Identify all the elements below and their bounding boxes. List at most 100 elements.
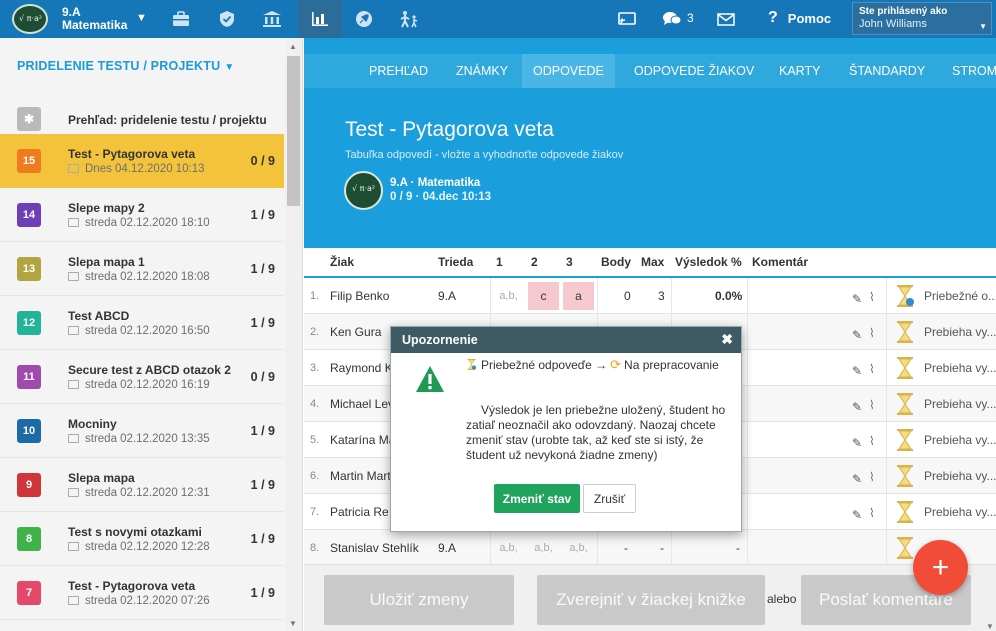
attachment-icon[interactable]: ⌇ bbox=[869, 506, 875, 520]
hourglass-icon[interactable] bbox=[894, 356, 916, 380]
assignments-sidebar: PRIDELENIE TESTU / PROJEKTU ▼ ✱ Prehľad: … bbox=[0, 38, 303, 631]
edit-comment-icon[interactable]: ✎ bbox=[852, 364, 862, 378]
sidebar-heading-label: PRIDELENIE TESTU / PROJEKTU bbox=[17, 59, 221, 73]
attachment-icon[interactable]: ⌇ bbox=[869, 290, 875, 304]
tab-prehlad[interactable]: PREHĽAD bbox=[358, 54, 439, 88]
sidebar-item-assignment[interactable]: 8 Test s novymi otazkami streda 02.12.20… bbox=[0, 512, 284, 566]
chevron-down-icon[interactable]: ▼ bbox=[136, 12, 147, 24]
publish-button[interactable]: Zverejniť v žiackej knižke bbox=[537, 575, 765, 625]
briefcase-icon[interactable] bbox=[159, 0, 203, 38]
hourglass-icon[interactable] bbox=[894, 536, 916, 560]
edit-comment-icon[interactable]: ✎ bbox=[852, 292, 862, 306]
student-name[interactable]: Filip Benko bbox=[330, 278, 389, 314]
add-button[interactable]: + bbox=[913, 540, 968, 595]
student-name[interactable]: Patricia Re bbox=[330, 494, 389, 530]
user-menu[interactable]: Ste prihlásený ako John Williams ▼ bbox=[852, 2, 992, 35]
sidebar-scrollbar[interactable]: ▲ ▼ bbox=[285, 38, 302, 631]
institution-icon[interactable] bbox=[250, 0, 294, 38]
cast-icon[interactable] bbox=[618, 0, 636, 38]
attachment-icon[interactable]: ⌇ bbox=[869, 470, 875, 484]
sidebar-item-assignment[interactable]: 7 Test - Pytagorova veta streda 02.12.20… bbox=[0, 566, 284, 620]
hourglass-icon[interactable] bbox=[894, 284, 916, 308]
attachment-icon[interactable]: ⌇ bbox=[869, 362, 875, 376]
scroll-up-icon[interactable]: ▲ bbox=[289, 42, 297, 51]
sidebar-item-assignment[interactable]: 14 Slepe mapy 2 streda 02.12.2020 18:10 … bbox=[0, 188, 284, 242]
student-name[interactable]: Ken Gura bbox=[330, 314, 381, 350]
points-value: 0 bbox=[624, 289, 631, 303]
answer-cell[interactable]: a bbox=[563, 282, 594, 310]
scrollbar-thumb[interactable] bbox=[287, 56, 300, 206]
sidebar-item-assignment[interactable]: 9 Slepa mapa streda 02.12.2020 12:31 1 /… bbox=[0, 458, 284, 512]
edit-comment-icon[interactable]: ✎ bbox=[852, 508, 862, 522]
status-text: Prebieha vy... bbox=[924, 433, 996, 447]
student-name[interactable]: Michael Lev bbox=[330, 386, 394, 422]
page-subtitle: Tabuľka odpovedí - vložte a vyhodnoťte o… bbox=[345, 149, 624, 161]
cancel-button[interactable]: Zrušiť bbox=[583, 484, 636, 513]
sidebar-item-assignment[interactable]: 10 Mocniny streda 02.12.2020 13:35 1 / 9 bbox=[0, 404, 284, 458]
column-divider bbox=[886, 278, 887, 564]
attachment-icon[interactable]: ⌇ bbox=[869, 326, 875, 340]
assignment-badge: 10 bbox=[17, 419, 41, 443]
close-icon[interactable]: ✖ bbox=[721, 331, 733, 348]
class-switcher[interactable]: 9.A Matematika bbox=[62, 6, 127, 32]
answer-cell[interactable]: c bbox=[528, 282, 559, 310]
sidebar-item-assignment[interactable]: 11 Secure test z ABCD otazok 2 streda 02… bbox=[0, 350, 284, 404]
attachment-icon[interactable]: ⌇ bbox=[869, 398, 875, 412]
chevron-down-icon: ▼ bbox=[224, 62, 235, 73]
table-row: 1. Filip Benko 9.A a,b, c a 0 3 0.0% ✎ ⌇… bbox=[304, 278, 996, 314]
scroll-down-icon[interactable]: ▼ bbox=[289, 619, 297, 628]
hourglass-icon[interactable] bbox=[894, 500, 916, 524]
column-header[interactable]: Žiak bbox=[330, 248, 354, 276]
edit-comment-icon[interactable]: ✎ bbox=[852, 436, 862, 450]
assignment-title: Slepa mapa bbox=[68, 471, 135, 485]
family-icon[interactable] bbox=[387, 0, 431, 38]
answer-cell[interactable]: a,b, bbox=[528, 534, 559, 562]
scroll-down-icon[interactable]: ▼ bbox=[986, 622, 994, 631]
chat-icon[interactable] bbox=[662, 0, 682, 38]
tab-odpovede[interactable]: ODPOVEDE bbox=[522, 54, 615, 88]
tab-odpovede-ziakov[interactable]: ODPOVEDE ŽIAKOV bbox=[623, 54, 765, 88]
sidebar-item-assignment[interactable]: 15 Test - Pytagorova veta Dnes 04.12.202… bbox=[0, 134, 284, 188]
bar-chart-icon[interactable] bbox=[298, 0, 342, 38]
sidebar-item-assignment[interactable]: 13 Slepa mapa 1 streda 02.12.2020 18:08 … bbox=[0, 242, 284, 296]
tab-strom[interactable]: STROM bbox=[941, 54, 996, 88]
sidebar-heading[interactable]: PRIDELENIE TESTU / PROJEKTU ▼ bbox=[0, 38, 302, 92]
tab-standardy[interactable]: ŠTANDARDY bbox=[838, 54, 936, 88]
assignment-date: streda 02.12.2020 16:50 bbox=[85, 325, 210, 337]
hourglass-icon[interactable] bbox=[894, 464, 916, 488]
hourglass-icon[interactable] bbox=[894, 320, 916, 344]
rocket-icon[interactable] bbox=[342, 0, 386, 38]
assignment-title: Slepa mapa 1 bbox=[68, 255, 145, 269]
assignment-score: 1 / 9 bbox=[250, 316, 275, 330]
student-name[interactable]: Raymond K bbox=[330, 350, 393, 386]
edit-comment-icon[interactable]: ✎ bbox=[852, 328, 862, 342]
answer-cell[interactable]: a,b, bbox=[563, 534, 594, 562]
save-button[interactable]: Uložiť zmeny bbox=[324, 575, 514, 625]
sidebar-item-assignment[interactable]: 12 Test ABCD streda 02.12.2020 16:50 1 /… bbox=[0, 296, 284, 350]
answer-cell[interactable]: a,b, bbox=[493, 534, 524, 562]
assignment-score: 1 / 9 bbox=[250, 532, 275, 546]
attachment-icon[interactable]: ⌇ bbox=[869, 434, 875, 448]
tab-znamky[interactable]: ZNÁMKY bbox=[445, 54, 519, 88]
answer-cell[interactable]: a,b, bbox=[493, 282, 524, 310]
result-percent: 0.0% bbox=[715, 289, 743, 303]
class-avatar[interactable]: √ π·a² bbox=[12, 4, 48, 34]
assignment-score: 1 / 9 bbox=[250, 208, 275, 222]
help-button[interactable]: ? Pomoc bbox=[768, 9, 831, 27]
change-status-button[interactable]: Zmeniť stav bbox=[494, 484, 580, 513]
student-name[interactable]: Katarína Ma bbox=[330, 422, 395, 458]
student-name[interactable]: Martin Mart bbox=[330, 458, 391, 494]
status-change-line: Priebežné odpoveďe → ⟳ Na prepracovanie bbox=[466, 358, 726, 373]
student-name[interactable]: Stanislav Stehlík bbox=[330, 530, 419, 564]
mail-icon[interactable] bbox=[717, 0, 735, 38]
help-label: Pomoc bbox=[787, 10, 832, 26]
edit-comment-icon[interactable]: ✎ bbox=[852, 400, 862, 414]
tab-karty[interactable]: KARTY bbox=[768, 54, 831, 88]
assignment-badge: 8 bbox=[17, 527, 41, 551]
edit-comment-icon[interactable]: ✎ bbox=[852, 472, 862, 486]
hourglass-icon[interactable] bbox=[894, 392, 916, 416]
column-header[interactable]: Trieda bbox=[438, 248, 473, 276]
shield-icon[interactable] bbox=[205, 0, 249, 38]
hourglass-icon[interactable] bbox=[894, 428, 916, 452]
assignment-type-icon bbox=[68, 542, 79, 551]
